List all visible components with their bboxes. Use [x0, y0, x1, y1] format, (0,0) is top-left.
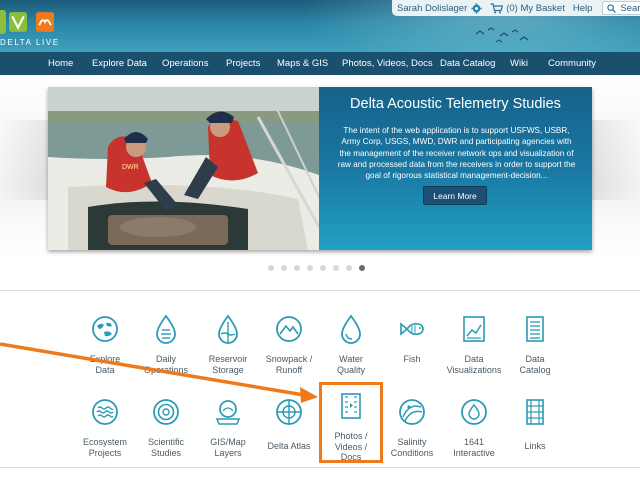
learn-more-button[interactable]: Learn More — [423, 186, 487, 205]
help-link[interactable]: Help — [573, 3, 593, 14]
links-icon — [526, 399, 544, 425]
carousel-dot[interactable] — [294, 265, 300, 271]
tile-label: Links — [524, 441, 546, 451]
nav-projects[interactable]: Projects — [226, 52, 260, 75]
nav-community[interactable]: Community — [548, 52, 596, 75]
search-icon — [607, 3, 617, 13]
reservoir-drop-icon — [218, 314, 238, 344]
basket-link[interactable]: (0) My Basket — [490, 3, 565, 14]
utility-bar: Sarah Dolislager (0) My Basket Help Sear — [392, 0, 640, 16]
carousel-dot[interactable] — [346, 265, 352, 271]
carousel-dot-active[interactable] — [359, 265, 365, 271]
section-divider-bottom — [0, 467, 640, 468]
photo-dwr-text: DWR — [122, 164, 139, 171]
help-label: Help — [572, 2, 593, 14]
water-drop-icon — [156, 314, 176, 344]
interactive-icon — [461, 399, 487, 425]
hero-shadow-right — [592, 120, 640, 200]
main-nav: Home Explore Data Operations Projects Ma… — [0, 52, 640, 75]
logo-text: DELTA LIVE — [0, 38, 60, 47]
search-input[interactable]: Search — [602, 1, 640, 15]
nav-maps-gis[interactable]: Maps & GIS — [277, 52, 328, 75]
tile-links[interactable]: Links — [499, 397, 571, 452]
nav-wiki[interactable]: Wiki — [510, 52, 528, 75]
carousel-dot[interactable] — [320, 265, 326, 271]
carousel-dots — [268, 265, 365, 271]
hero-photo: DWR — [48, 87, 319, 250]
tile-data-catalog[interactable]: Data Catalog — [499, 314, 571, 375]
chart-icon — [463, 316, 485, 342]
hero-shadow-left — [0, 120, 48, 200]
hero-title: Delta Acoustic Telemetry Studies — [350, 96, 561, 112]
carousel-dot[interactable] — [333, 265, 339, 271]
nav-home[interactable]: Home — [48, 52, 73, 75]
nav-explore-data[interactable]: Explore Data — [92, 52, 147, 75]
catalog-icon — [526, 316, 544, 342]
highlight-box — [319, 382, 383, 463]
delta-live-logo[interactable]: DELTA LIVE — [0, 8, 70, 48]
target-icon — [153, 399, 179, 425]
site-header: DELTA LIVE Sarah Dolislager (0) My Baske… — [0, 0, 640, 52]
gear-icon — [471, 2, 482, 14]
hero-carousel: DWR Delta Acoustic Telemetry Studies The… — [48, 87, 592, 250]
user-menu[interactable]: Sarah Dolislager — [397, 3, 482, 14]
nav-photos-videos-docs[interactable]: Photos, Videos, Docs — [342, 52, 433, 75]
search-placeholder: Search — [620, 2, 640, 14]
section-divider-top — [0, 290, 640, 291]
basket-icon — [490, 2, 504, 13]
globe-icon — [92, 316, 118, 342]
map-layers-icon — [215, 400, 241, 425]
hero-panel: Delta Acoustic Telemetry Studies The int… — [319, 87, 592, 250]
carousel-dot[interactable] — [281, 265, 287, 271]
compass-icon — [276, 399, 302, 425]
nav-operations[interactable]: Operations — [162, 52, 208, 75]
waves-icon — [92, 399, 118, 425]
fish-icon — [400, 322, 424, 336]
carousel-dot[interactable] — [268, 265, 274, 271]
carousel-dot[interactable] — [307, 265, 313, 271]
user-name: Sarah Dolislager — [397, 2, 468, 14]
tile-label: Data Catalog — [519, 354, 551, 375]
salinity-icon — [399, 399, 425, 425]
mountain-icon — [276, 316, 302, 342]
logo-marks — [0, 10, 70, 36]
basket-label: (0) My Basket — [506, 2, 565, 14]
nav-data-catalog[interactable]: Data Catalog — [440, 52, 495, 75]
birds-decoration — [475, 27, 529, 43]
hero-description: The intent of the web application is to … — [337, 126, 576, 181]
quality-drop-icon — [341, 314, 361, 344]
